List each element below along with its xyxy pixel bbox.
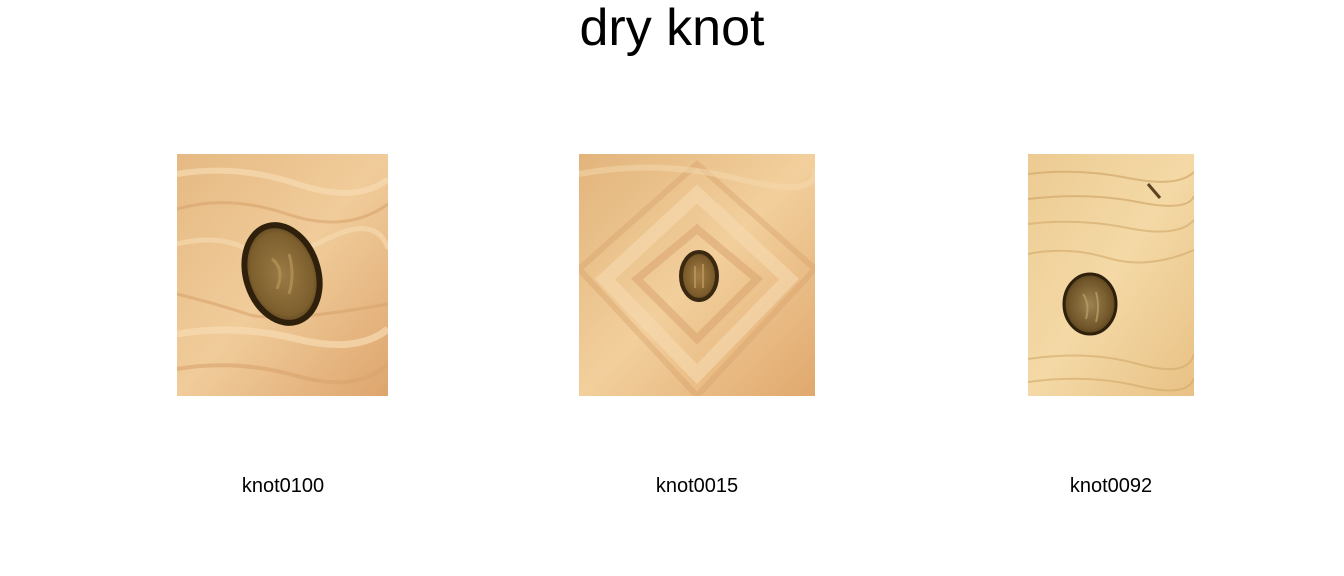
sample-label-3: knot0092 (1069, 475, 1153, 497)
page-title: dry knot (579, 0, 765, 57)
sample-label-2: knot0015 (655, 475, 739, 497)
wood-knot-image (1028, 154, 1194, 396)
sample-label-1: knot0100 (241, 475, 325, 497)
sample-image-1 (177, 154, 388, 396)
figure: dry knot knot0100 knot0015 knot0092 (0, 0, 1344, 576)
sample-image-2 (579, 154, 815, 396)
wood-knot-image (177, 154, 388, 396)
sample-image-3 (1028, 154, 1194, 396)
wood-knot-image (579, 154, 815, 396)
